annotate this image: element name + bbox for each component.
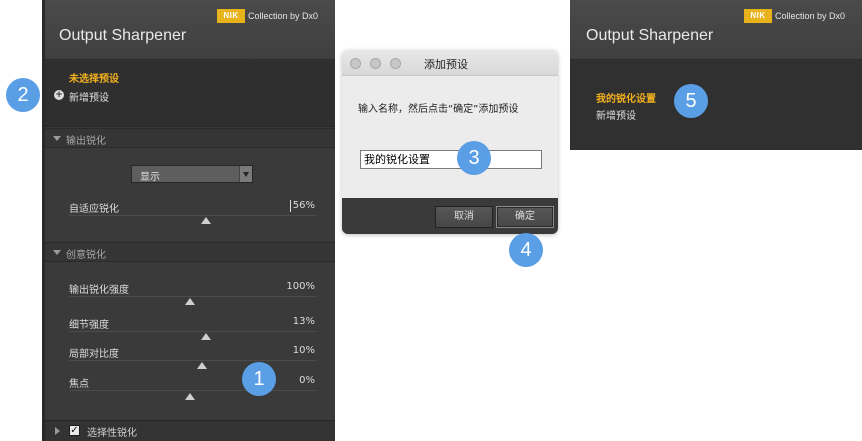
adaptive-sharpening-thumb[interactable] — [201, 217, 211, 224]
panel-title: Output Sharpener — [59, 27, 187, 44]
preset-selected[interactable]: 未选择预设 — [69, 70, 119, 85]
step-badge-2: 2 — [6, 78, 40, 112]
detail-strength-label: 细节强度 — [69, 320, 109, 331]
preset-name-input[interactable]: 我的锐化设置 — [360, 150, 542, 169]
output-sharpener-panel-result: NIK Collection by Dx0 Output Sharpener 我… — [570, 0, 862, 150]
collapse-triangle-icon[interactable] — [53, 136, 61, 141]
adaptive-sharpening-label: 自适应锐化 — [69, 204, 119, 215]
local-contrast-thumb[interactable] — [197, 362, 207, 369]
panel-header: NIK Collection by Dx0 Output Sharpener — [45, 0, 335, 60]
adaptive-sharpening-value[interactable]: 56% — [275, 200, 315, 211]
dialog-footer: 取消 确定 — [342, 198, 558, 234]
ok-button[interactable]: 确定 — [496, 206, 554, 228]
output-strength-value[interactable]: 100% — [275, 281, 315, 292]
local-contrast-label: 局部对比度 — [69, 349, 119, 360]
add-preset-dialog: 添加预设 输入名称，然后点击“确定”添加预设 我的锐化设置 取消 确定 — [342, 50, 558, 234]
step-badge-3: 3 — [457, 141, 491, 175]
collection-text: Collection by Dx0 — [775, 11, 846, 21]
nik-logo: NIK — [217, 9, 245, 23]
step-badge-1: 1 — [242, 362, 276, 396]
zoom-window-button[interactable] — [390, 58, 401, 69]
output-strength-track[interactable] — [69, 296, 317, 297]
nik-logo: NIK — [744, 9, 772, 23]
display-dropdown[interactable]: 显示 — [131, 165, 253, 183]
focus-value[interactable]: 0% — [275, 375, 315, 386]
output-strength-label: 输出锐化强度 — [69, 285, 129, 296]
panel-title: Output Sharpener — [586, 27, 714, 44]
panel-header: NIK Collection by Dx0 Output Sharpener — [570, 0, 862, 60]
selective-sharpening-label: 选择性锐化 — [87, 428, 137, 439]
section-creative-sharpening[interactable]: 创意锐化 — [45, 242, 335, 262]
preset-area: 未选择预设 + 新增预设 — [45, 60, 335, 127]
plus-icon[interactable]: + — [54, 90, 64, 100]
adaptive-sharpening-track[interactable] — [69, 215, 317, 216]
add-preset-link[interactable]: 新增预设 — [69, 89, 109, 104]
local-contrast-track[interactable] — [69, 360, 317, 361]
detail-strength-thumb[interactable] — [201, 333, 211, 340]
expand-triangle-icon[interactable] — [55, 427, 60, 435]
section-output-sharpening[interactable]: 输出锐化 — [45, 128, 335, 148]
step-badge-4: 4 — [509, 233, 543, 267]
cancel-button[interactable]: 取消 — [435, 206, 493, 228]
detail-strength-value[interactable]: 13% — [275, 316, 315, 327]
close-window-button[interactable] — [350, 58, 361, 69]
selective-sharpening-checkbox[interactable]: ✓ — [69, 425, 80, 436]
dialog-title: 添加预设 — [424, 58, 468, 71]
chevron-down-icon — [243, 172, 249, 177]
screenshot-root: NIK Collection by Dx0 Output Sharpener 未… — [0, 0, 862, 441]
detail-strength-track[interactable] — [69, 331, 317, 332]
dialog-message: 输入名称，然后点击“确定”添加预设 — [358, 104, 519, 115]
preset-selected[interactable]: 我的锐化设置 — [596, 90, 656, 105]
section-creative-label: 创意锐化 — [66, 250, 106, 261]
focus-thumb[interactable] — [185, 393, 195, 400]
collection-text: Collection by Dx0 — [248, 11, 319, 21]
dialog-titlebar: 添加预设 — [342, 50, 558, 76]
local-contrast-value[interactable]: 10% — [275, 345, 315, 356]
section-output-label: 输出锐化 — [66, 136, 106, 147]
dropdown-value: 显示 — [140, 172, 160, 183]
minimize-window-button[interactable] — [370, 58, 381, 69]
section-selective-sharpening[interactable]: ✓ 选择性锐化 — [45, 420, 335, 441]
collapse-triangle-icon[interactable] — [53, 250, 61, 255]
dropdown-arrow[interactable] — [239, 166, 252, 182]
step-badge-5: 5 — [674, 84, 708, 118]
output-strength-thumb[interactable] — [185, 298, 195, 305]
add-preset-link[interactable]: 新增预设 — [596, 107, 636, 122]
focus-label: 焦点 — [69, 379, 89, 390]
focus-track[interactable] — [69, 390, 317, 391]
output-sharpener-panel: NIK Collection by Dx0 Output Sharpener 未… — [42, 0, 335, 441]
